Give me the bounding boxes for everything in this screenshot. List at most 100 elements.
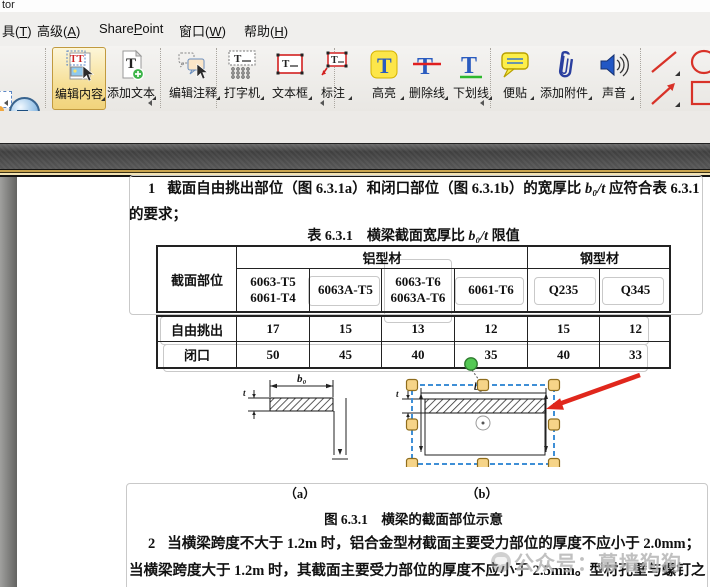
paragraph-1-line-2: 的要求；	[129, 203, 187, 224]
dropdown-corner-mark[interactable]	[675, 71, 680, 76]
add-text-button[interactable]: T 添加文本	[106, 47, 156, 108]
figure-canvas: b₀ t b₀ t	[228, 355, 680, 467]
toolbar-lower-strip	[0, 111, 710, 143]
table-row-label: 闭口	[158, 342, 237, 367]
toolbar-separator	[45, 48, 46, 108]
red-arrow-annotation[interactable]	[546, 375, 640, 410]
pdf-editor-window: tor 具(T) 高级(A) SharePoint 窗口(W) 帮助(H)	[0, 0, 710, 587]
table-cell: 15	[528, 317, 600, 342]
table-cell-aluminum: 铝型材	[237, 247, 528, 269]
table-cell-section: 截面部位	[158, 247, 237, 311]
highlight-button[interactable]: T 高亮	[364, 47, 404, 108]
table-row-label: 自由挑出	[158, 317, 237, 342]
svg-text:T: T	[234, 53, 242, 65]
table-cell-alloy: 6061-T6	[455, 269, 528, 311]
edit-comment-icon	[177, 49, 209, 81]
rotation-center-dot	[482, 422, 485, 425]
speaker-icon	[598, 49, 630, 81]
svg-text:T: T	[377, 53, 392, 78]
rotate-handle[interactable]	[465, 358, 477, 370]
dropdown-arrow-icon[interactable]	[488, 96, 492, 100]
svg-text:T: T	[417, 54, 433, 80]
dim-label-t-a: t	[243, 388, 246, 398]
textbox-icon: T	[274, 49, 306, 81]
sound-label: 声音	[594, 84, 634, 101]
pdf-page: 1截面自由挑出部位（图 6.3.1a）和闭口部位（图 6.3.1b）的宽厚比 b…	[17, 177, 710, 587]
toolbar: T T 编辑内容 T 添加文本	[0, 46, 710, 112]
menu-help[interactable]: 帮助(H)	[240, 19, 292, 43]
edit-content-button[interactable]: T T 编辑内容	[52, 47, 106, 110]
typewriter-icon: T	[226, 49, 258, 81]
paperclip-icon	[548, 49, 580, 81]
table-cell: 12	[600, 317, 671, 342]
dropdown-arrow-icon[interactable]	[260, 96, 264, 100]
add-attachment-button[interactable]: 添加附件	[536, 47, 592, 108]
underline-icon: T	[455, 49, 487, 81]
textbox-button[interactable]: T 文本框	[268, 47, 312, 108]
underline-button[interactable]: T 下划线	[450, 47, 492, 108]
draw-line-button[interactable]	[646, 48, 682, 78]
svg-text:T: T	[282, 58, 290, 70]
table-cell-steel: 钢型材	[528, 247, 671, 269]
dark-frame-band	[0, 143, 710, 170]
draw-circle-button[interactable]	[688, 48, 710, 78]
table-cell: 15	[310, 317, 382, 342]
dim-label-t-b: t	[396, 389, 399, 399]
note-button[interactable]: 便贴	[496, 47, 534, 108]
typewriter-button[interactable]: T 打字机	[220, 47, 264, 108]
strikeout-button[interactable]: T 删除线	[406, 47, 448, 108]
watermark-text: 公众号：幕墙狗狗	[514, 547, 682, 576]
table-cell-alloy: 6063A-T5	[310, 269, 382, 311]
menu-advanced[interactable]: 高级(A)	[33, 19, 84, 43]
table-cell-alloy: 6063-T56061-T4	[237, 269, 310, 311]
toolbar-separator	[160, 48, 161, 108]
callout-button[interactable]: T 标注	[314, 47, 352, 108]
table-cell-alloy: Q235	[528, 269, 600, 311]
menu-tools[interactable]: 具(T)	[0, 19, 36, 43]
callout-icon: T	[317, 49, 349, 81]
draw-arrow-button[interactable]	[646, 79, 682, 109]
figure-label-a: （a）	[270, 483, 330, 502]
table-title: 表 6.3.1 横梁截面宽厚比 b₀/t 限值	[156, 225, 671, 245]
edit-comment-button[interactable]: 编辑注释	[166, 47, 220, 108]
table-cell: 17	[237, 317, 310, 342]
add-text-icon: T	[115, 49, 147, 81]
dropdown-arrow-icon[interactable]	[530, 96, 534, 100]
dropdown-corner-mark[interactable]	[675, 102, 680, 107]
dropdown-arrow-icon[interactable]	[348, 96, 352, 100]
note-icon	[499, 49, 531, 81]
group-collapse-mark[interactable]	[4, 100, 8, 106]
highlight-icon: T	[368, 49, 400, 81]
window-title: tor	[2, 0, 15, 11]
section-diagram-b	[402, 388, 548, 455]
figure-caption: 图 6.3.1 横梁的截面部位示意	[156, 508, 671, 528]
note-label: 便贴	[496, 84, 534, 101]
menu-bar: 具(T) 高级(A) SharePoint 窗口(W) 帮助(H)	[0, 12, 710, 46]
dropdown-arrow-icon[interactable]	[101, 97, 105, 101]
edit-content-icon: T T	[63, 50, 95, 82]
edit-comment-label: 编辑注释	[166, 84, 220, 101]
dim-label-b0-a: b₀	[297, 373, 307, 385]
table-header: 截面部位 铝型材 钢型材 6063-T56061-T4 6063A-T5 606…	[156, 245, 671, 313]
dropdown-arrow-icon[interactable]	[152, 96, 156, 100]
dropdown-arrow-icon[interactable]	[588, 96, 592, 100]
rectangle-icon	[688, 79, 710, 109]
svg-text:T: T	[331, 55, 338, 66]
sound-button[interactable]: 声音	[594, 47, 634, 108]
svg-text:T: T	[461, 53, 477, 79]
paragraph-1-line-1: 1截面自由挑出部位（图 6.3.1a）和闭口部位（图 6.3.1b）的宽厚比 b…	[148, 177, 700, 198]
dropdown-arrow-icon[interactable]	[400, 96, 404, 100]
menu-window[interactable]: 窗口(W)	[175, 19, 230, 43]
svg-text:T: T	[70, 54, 77, 65]
svg-text:T: T	[77, 54, 84, 65]
dropdown-arrow-icon[interactable]	[630, 96, 634, 100]
figure-label-b: （b）	[452, 483, 512, 502]
draw-rectangle-button[interactable]	[688, 79, 710, 109]
dropdown-arrow-icon[interactable]	[444, 96, 448, 100]
add-text-label: 添加文本	[106, 84, 156, 101]
textbox-label: 文本框	[268, 84, 312, 101]
table-cell-alloy: 6063-T66063A-T6	[382, 269, 455, 311]
menu-sharepoint[interactable]: SharePoint	[95, 19, 167, 43]
dropdown-arrow-icon[interactable]	[308, 96, 312, 100]
underline-label: 下划线	[450, 84, 492, 101]
